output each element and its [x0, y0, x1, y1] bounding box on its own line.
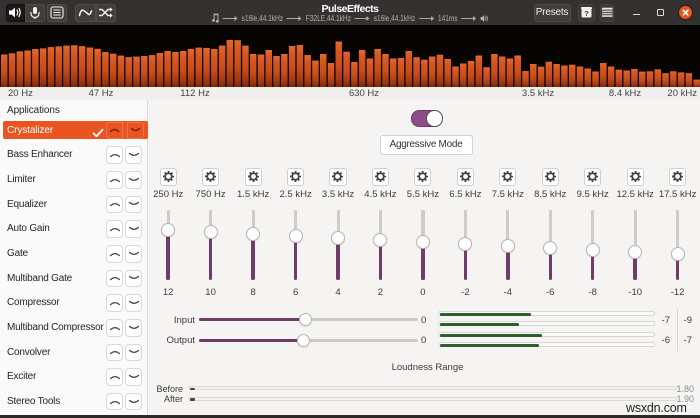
- svg-text:?: ?: [584, 9, 589, 18]
